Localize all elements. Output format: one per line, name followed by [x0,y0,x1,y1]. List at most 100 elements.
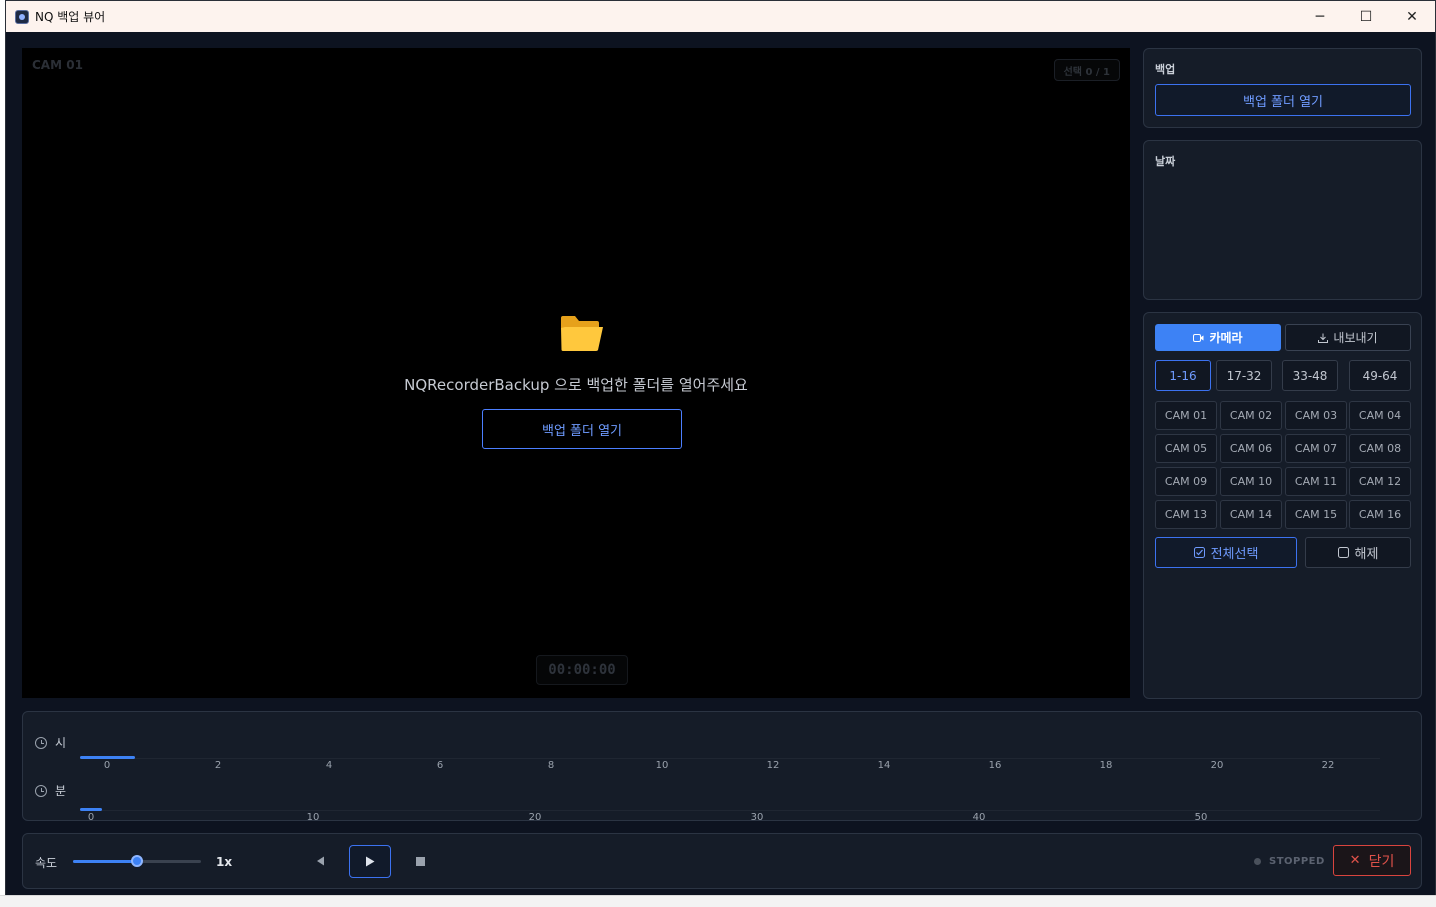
backup-panel: 백업 백업 폴더 열기 [1143,48,1422,128]
camera-button[interactable]: CAM 03 [1285,401,1347,430]
tab-export[interactable]: 내보내기 [1285,324,1411,351]
select-all-button[interactable]: 전체선택 [1155,537,1297,568]
checkbox-checked-icon [1193,547,1205,558]
stop-icon [415,856,425,866]
video-viewport[interactable]: CAM 01 선택 0 / 1 NQRecorderBackup 으로 백업한 … [22,48,1130,698]
camera-button[interactable]: CAM 14 [1220,500,1282,529]
stop-button[interactable] [410,850,430,872]
camera-icon [1193,333,1204,342]
date-panel: 날짜 [1143,140,1422,300]
hour-tick-label: 12 [766,760,780,771]
minute-row-label: 분 [35,782,66,799]
step-back-button[interactable] [310,850,330,872]
close-button[interactable]: ✕ 닫기 [1333,845,1411,876]
hour-position-bar[interactable] [80,756,135,759]
camera-panel: 카메라 내보내기 1-16 17-32 33-48 49-64 CAM 01 CA… [1143,312,1422,699]
hour-tick-label: 20 [1210,760,1224,771]
folder-icon [561,316,603,351]
hour-tick-label: 2 [214,760,222,771]
date-panel-label: 날짜 [1155,155,1176,168]
minute-tick-label: 50 [1194,812,1208,823]
minute-tick-label: 40 [972,812,986,823]
backup-panel-label: 백업 [1155,63,1176,76]
hour-tick-label: 18 [1099,760,1113,771]
minute-tick-label: 0 [87,812,95,823]
hour-row-label: 시 [35,734,66,751]
open-backup-folder-button[interactable]: 백업 폴더 열기 [1155,84,1411,116]
speed-slider-fill [73,860,137,863]
camera-button[interactable]: CAM 06 [1220,434,1282,463]
hour-tick-label: 22 [1321,760,1335,771]
control-bar: 속도 1x STOPPED ✕ 닫기 [22,833,1422,889]
camera-button[interactable]: CAM 04 [1349,401,1411,430]
minute-track[interactable] [80,810,1380,811]
speed-label: 속도 [35,856,58,870]
deselect-button[interactable]: 해제 [1305,537,1411,568]
hour-tick-label: 4 [325,760,333,771]
camera-button[interactable]: CAM 12 [1349,467,1411,496]
hour-track[interactable] [80,758,1380,759]
range-17-32[interactable]: 17-32 [1216,360,1272,391]
timeline-panel: 시 0 2 4 6 8 10 12 14 16 18 20 22 분 0 10 20 30 40 50 [22,711,1422,823]
camera-button[interactable]: CAM 08 [1349,434,1411,463]
speed-value: 1x [216,855,233,869]
clock-icon [35,736,47,749]
minute-position-bar[interactable] [80,808,102,811]
empty-state-message: NQRecorderBackup 으로 백업한 폴더를 열어주세요 [404,376,748,394]
deselect-label: 해제 [1354,547,1379,562]
status-dot-icon [1254,858,1261,865]
download-icon [1318,333,1329,343]
minute-label-text: 분 [55,784,67,798]
play-button[interactable] [349,845,391,878]
camera-button[interactable]: CAM 13 [1155,500,1217,529]
minute-tick-label: 20 [528,812,542,823]
tab-camera[interactable]: 카메라 [1155,324,1281,351]
camera-button[interactable]: CAM 07 [1285,434,1347,463]
camera-button[interactable]: CAM 02 [1220,401,1282,430]
camera-button[interactable]: CAM 09 [1155,467,1217,496]
close-button-label: 닫기 [1368,853,1395,870]
playback-status: STOPPED [1254,856,1325,867]
minimize-button[interactable]: ─ [1297,1,1343,32]
title-bar: NQ 백업 뷰어 ─ ☐ ✕ [6,1,1435,32]
hour-tick-label: 6 [436,760,444,771]
clock-icon [35,784,47,797]
close-icon: ✕ [1349,853,1361,868]
hour-tick-label: 16 [988,760,1002,771]
range-33-48[interactable]: 33-48 [1282,360,1338,391]
selection-badge: 선택 0 / 1 [1053,59,1120,81]
camera-button[interactable]: CAM 15 [1285,500,1347,529]
close-window-button[interactable]: ✕ [1389,1,1435,32]
window-title: NQ 백업 뷰어 [35,10,106,24]
speed-slider-thumb[interactable] [131,855,143,867]
range-1-16[interactable]: 1-16 [1155,360,1211,391]
video-cam-label: CAM 01 [32,58,83,72]
timecode-display: 00:00:00 [536,655,628,685]
camera-button[interactable]: CAM 05 [1155,434,1217,463]
camera-button[interactable]: CAM 16 [1349,500,1411,529]
minute-tick-label: 30 [750,812,764,823]
tab-camera-label: 카메라 [1209,331,1243,345]
maximize-button[interactable]: ☐ [1343,1,1389,32]
hour-tick-label: 14 [877,760,891,771]
step-back-icon [316,856,324,866]
taskbar-edge [0,895,1436,907]
play-icon [366,856,375,867]
camera-button[interactable]: CAM 10 [1220,467,1282,496]
hour-tick-label: 8 [547,760,555,771]
tab-export-label: 내보내기 [1333,331,1378,345]
open-backup-folder-button-center[interactable]: 백업 폴더 열기 [482,409,682,449]
window-controls: ─ ☐ ✕ [1297,1,1435,32]
minute-tick-label: 10 [306,812,320,823]
app-window: NQ 백업 뷰어 ─ ☐ ✕ CAM 01 선택 0 / 1 NQRecorde… [5,0,1436,907]
app-logo-icon [15,9,29,24]
hour-label-text: 시 [55,736,67,750]
status-text: STOPPED [1269,856,1325,867]
camera-button[interactable]: CAM 11 [1285,467,1347,496]
hour-tick-label: 10 [655,760,669,771]
select-all-label: 전체선택 [1210,547,1259,562]
camera-button[interactable]: CAM 01 [1155,401,1217,430]
hour-tick-label: 0 [103,760,111,771]
checkbox-empty-icon [1337,547,1349,558]
range-49-64[interactable]: 49-64 [1349,360,1411,391]
